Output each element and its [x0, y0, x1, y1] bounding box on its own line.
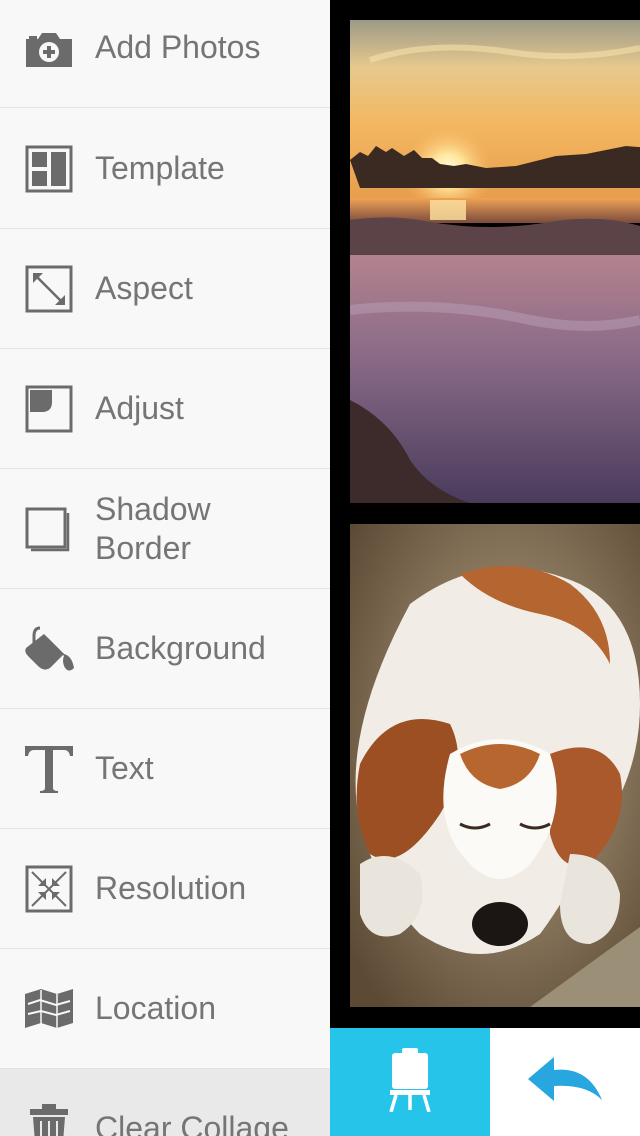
menu-item-label: Shadow Border: [95, 490, 211, 566]
collage-canvas: [330, 0, 640, 1028]
menu-item-label: Resolution: [95, 870, 247, 906]
shadow-border-icon: [22, 502, 76, 556]
adjust-corner-icon: [22, 382, 76, 436]
camera-plus-icon: [22, 21, 76, 75]
photo-sleeping-dog[interactable]: [350, 524, 640, 1007]
menu-item-label: Aspect: [95, 270, 193, 306]
menu-item-resolution[interactable]: Resolution: [0, 829, 330, 949]
menu-item-location[interactable]: Location: [0, 949, 330, 1069]
easel-button[interactable]: [330, 1028, 490, 1136]
aspect-resize-icon: [22, 262, 76, 316]
menu-item-label: Add Photos: [95, 29, 261, 65]
undo-button[interactable]: [490, 1028, 640, 1136]
menu-item-label: Adjust: [95, 390, 184, 426]
menu-item-aspect[interactable]: Aspect: [0, 229, 330, 349]
menu-item-clear-collage[interactable]: Clear Collage: [0, 1069, 330, 1136]
paint-bucket-icon: [22, 622, 76, 676]
template-grid-icon: [22, 142, 76, 196]
menu-item-label: Background: [95, 630, 266, 666]
resolution-icon: [22, 862, 76, 916]
easel-icon: [388, 1047, 432, 1117]
trash-icon: [22, 1102, 76, 1136]
photo-sunset-lake[interactable]: [350, 20, 640, 503]
menu-item-add-photos[interactable]: Add Photos: [0, 0, 330, 108]
menu-item-label: Location: [95, 990, 216, 1026]
undo-arrow-icon: [528, 1056, 602, 1108]
menu-item-shadow-border[interactable]: Shadow Border: [0, 469, 330, 589]
menu-item-adjust[interactable]: Adjust: [0, 349, 330, 469]
menu-item-label: Template: [95, 150, 225, 186]
menu-item-background[interactable]: Background: [0, 589, 330, 709]
map-icon: [22, 982, 76, 1036]
side-menu: Add Photos Template Aspect Adjust Shadow…: [0, 0, 330, 1136]
menu-item-template[interactable]: Template: [0, 109, 330, 229]
menu-item-label: Text: [95, 750, 154, 786]
text-t-icon: [22, 742, 76, 796]
menu-item-text[interactable]: Text: [0, 709, 330, 829]
menu-item-label: Clear Collage: [95, 1110, 289, 1136]
bottom-toolbar: [330, 1028, 640, 1136]
